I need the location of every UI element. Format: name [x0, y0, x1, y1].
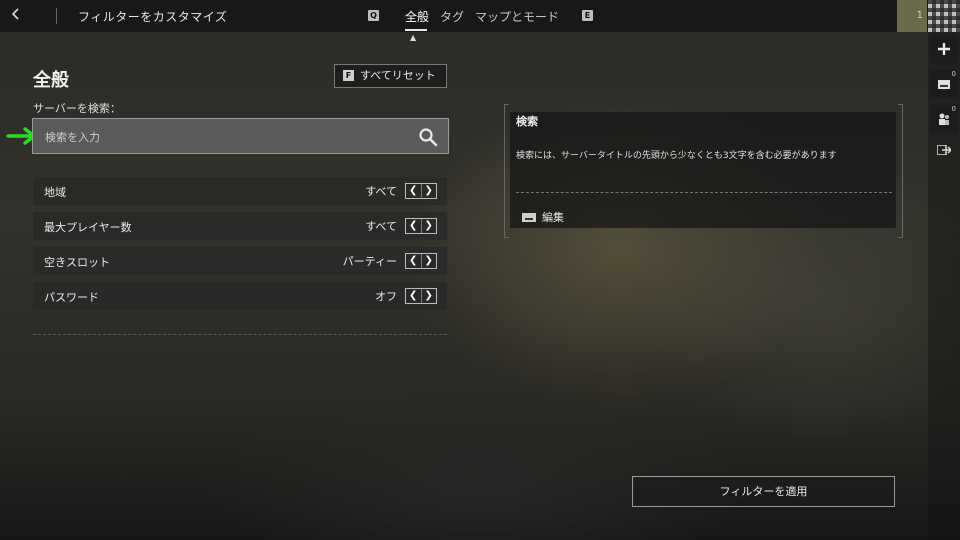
next-tab-key-hint[interactable]: E [582, 10, 593, 21]
filter-label: 空きスロット [44, 256, 110, 269]
keyboard-icon [522, 212, 536, 222]
reset-key-hint: F [343, 69, 354, 81]
panel-bracket-left [504, 104, 509, 238]
panel-bracket-right [898, 104, 903, 238]
reset-all-label: すべてリセット [360, 69, 436, 82]
friends-icon [939, 113, 949, 125]
chevron-right-icon[interactable]: ❯ [422, 184, 437, 198]
search-icon[interactable] [418, 127, 438, 147]
inbox-button[interactable]: 0 [930, 70, 958, 98]
info-title: 検索 [516, 115, 538, 128]
apply-filters-button[interactable]: フィルターを適用 [632, 476, 895, 507]
chevron-right-icon[interactable]: ❯ [422, 254, 437, 268]
chevron-left-icon[interactable]: ❮ [406, 289, 422, 303]
friends-button[interactable]: 0 [930, 105, 958, 133]
page-title: フィルターをカスタマイズ [78, 10, 228, 24]
tab-maps-and-modes[interactable]: マップとモード [475, 8, 559, 25]
filter-row-password[interactable]: パスワード オフ ❮ ❯ [33, 282, 447, 310]
filter-row-open-slots[interactable]: 空きスロット パーティー ❮ ❯ [33, 247, 447, 275]
filter-stepper[interactable]: ❮ ❯ [405, 183, 437, 199]
inbox-count: 0 [951, 70, 956, 78]
active-tab-indicator [405, 29, 427, 31]
player-level-badge[interactable]: 1 [897, 0, 927, 32]
qr-code-icon[interactable] [928, 0, 960, 32]
section-title: 全般 [33, 70, 69, 91]
filter-stepper[interactable]: ❮ ❯ [405, 253, 437, 269]
info-divider [516, 192, 892, 193]
tab-general[interactable]: 全般 [405, 8, 429, 25]
info-description: 検索には、サーバータイトルの先頭から少なくとも3文字を含む必要があります [516, 151, 837, 161]
chevron-left-icon [11, 8, 19, 20]
exit-button[interactable] [930, 136, 958, 164]
chevron-left-icon[interactable]: ❮ [406, 219, 422, 233]
filter-value: すべて [365, 185, 397, 198]
tab-tags[interactable]: タグ [440, 8, 464, 25]
back-button[interactable] [6, 6, 26, 26]
filter-value: オフ [375, 290, 397, 303]
info-panel [510, 112, 896, 228]
filter-label: 地域 [44, 186, 66, 199]
search-label: サーバーを検索： [33, 102, 121, 115]
plus-icon [938, 43, 950, 55]
search-input[interactable] [43, 126, 407, 148]
chevron-left-icon[interactable]: ❮ [406, 254, 422, 268]
reset-all-button[interactable]: F すべてリセット [334, 64, 447, 88]
filter-stepper[interactable]: ❮ ❯ [405, 218, 437, 234]
prev-tab-key-hint[interactable]: Q [368, 10, 379, 21]
friends-count: 0 [951, 105, 956, 113]
header-divider [56, 8, 57, 24]
add-button[interactable] [930, 35, 958, 63]
chevron-left-icon[interactable]: ❮ [406, 184, 422, 198]
filter-row-max-players[interactable]: 最大プレイヤー数 すべて ❮ ❯ [33, 212, 447, 240]
filter-label: 最大プレイヤー数 [44, 221, 132, 234]
exit-icon [936, 144, 953, 156]
section-divider [33, 334, 447, 335]
filter-value: パーティー [342, 255, 397, 268]
chevron-right-icon[interactable]: ❯ [422, 289, 437, 303]
filter-value: すべて [365, 220, 397, 233]
edit-label: 編集 [542, 211, 564, 224]
chevron-right-icon[interactable]: ❯ [422, 219, 437, 233]
caret-up-icon: ▲ [410, 33, 417, 42]
mail-icon [938, 79, 950, 89]
edit-button[interactable]: 編集 [522, 209, 564, 225]
filter-stepper[interactable]: ❮ ❯ [405, 288, 437, 304]
filter-label: パスワード [44, 291, 99, 304]
filter-row-region[interactable]: 地域 すべて ❮ ❯ [33, 177, 447, 205]
search-field[interactable] [32, 118, 449, 154]
